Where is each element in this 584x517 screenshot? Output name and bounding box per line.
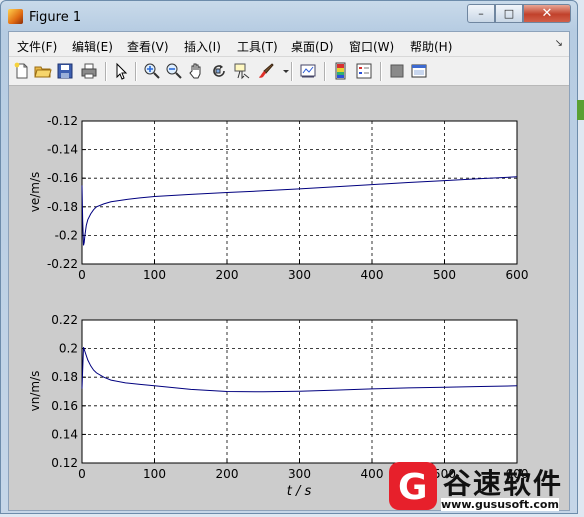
x-tick-label: 0 [78,467,86,481]
maximize-button[interactable]: □ [495,4,523,23]
x-tick-label: 100 [143,268,166,282]
x-tick-label: 500 [433,268,456,282]
menubar-dock-icon[interactable]: ↘ [555,38,563,49]
x-tick-label: 0 [78,268,86,282]
x-tick-label: 200 [216,467,239,481]
close-button[interactable]: ✕ [523,4,571,23]
minimize-button[interactable]: – [467,4,495,23]
colorbar-icon[interactable] [332,62,350,80]
legend-icon[interactable] [355,62,373,80]
menu-desktop[interactable]: 桌面(D) [291,38,334,55]
show-plot-tools-icon[interactable] [410,62,428,80]
figure-toolbar [9,57,569,86]
figure-client-area: 文件(F) 编辑(E) 查看(V) 插入(I) 工具(T) 桌面(D) 窗口(W… [8,31,570,511]
zoom-out-icon[interactable] [165,62,183,80]
toolbar-separator [105,62,107,81]
menu-tools[interactable]: 工具(T) [237,38,278,55]
save-icon[interactable] [56,62,74,80]
x-tick-label: 600 [506,268,529,282]
y-axis-label: vn/m/s [28,371,42,412]
hide-plot-tools-icon[interactable] [388,62,406,80]
watermark-url: www.gususoft.com [441,498,559,511]
x-tick-label: 100 [143,467,166,481]
watermark-name: 谷速软件 [443,467,564,500]
brush-icon[interactable] [257,62,275,80]
y-tick-label: 0.14 [51,427,78,441]
y-tick-label: -0.18 [47,200,78,214]
y-tick-label: -0.22 [47,257,78,271]
menu-bar: 文件(F) 编辑(E) 查看(V) 插入(I) 工具(T) 桌面(D) 窗口(W… [9,32,569,57]
side-indicator [577,100,584,120]
y-axis-label: ve/m/s [28,172,42,213]
open-file-icon[interactable] [34,62,52,80]
figure-canvas: 0 100 200 300 400 500 600 -0.12 -0.14 -0.16 -0.18 -… [9,86,569,510]
y-tick-label: 0.22 [51,313,78,327]
axes-top[interactable]: 0 100 200 300 400 500 600 -0.12 -0.14 -0.16 -0.18 -… [28,114,528,282]
x-tick-label: 200 [216,268,239,282]
y-tick-label: -0.16 [47,171,78,185]
x-tick-label: 300 [288,268,311,282]
rotate-3d-icon[interactable] [210,62,228,80]
x-tick-label: 400 [361,268,384,282]
pan-hand-icon[interactable] [187,62,205,80]
watermark: G 谷速软件 www.gususoft.com [389,462,581,512]
figure-window: Figure 1 – □ ✕ 文件(F) 编辑(E) 查看(V) 插入(I) 工… [0,0,578,514]
watermark-logo-icon: G [389,462,437,510]
toolbar-separator [380,62,382,81]
x-tick-label: 400 [361,467,384,481]
y-tick-label: 0.16 [51,399,78,413]
menu-file[interactable]: 文件(F) [17,38,57,55]
y-tick-label: -0.12 [47,114,78,128]
toolbar-separator [135,62,137,81]
menu-help[interactable]: 帮助(H) [410,38,452,55]
menu-window[interactable]: 窗口(W) [349,38,394,55]
new-figure-icon[interactable] [13,62,31,80]
y-tick-label: 0.12 [51,456,78,470]
x-tick-label: 300 [288,467,311,481]
x-axis-label: t / s [287,484,312,499]
y-tick-label: -0.2 [55,228,78,242]
toolbar-separator [324,62,326,81]
print-icon[interactable] [80,62,98,80]
brush-dropdown-icon[interactable] [277,62,289,80]
menu-edit[interactable]: 编辑(E) [72,38,113,55]
toolbar-separator [291,62,293,81]
title-bar[interactable]: Figure 1 – □ ✕ [1,1,577,31]
matlab-icon [8,9,23,24]
menu-view[interactable]: 查看(V) [127,38,169,55]
menu-insert[interactable]: 插入(I) [184,38,221,55]
y-tick-label: -0.14 [47,143,78,157]
data-cursor-icon[interactable] [233,62,251,80]
window-title: Figure 1 [29,10,82,25]
y-tick-label: 0.18 [51,370,78,384]
zoom-in-icon[interactable] [143,62,161,80]
y-tick-label: 0.2 [59,342,78,356]
select-arrow-icon[interactable] [112,62,130,80]
link-plot-icon[interactable] [299,62,317,80]
